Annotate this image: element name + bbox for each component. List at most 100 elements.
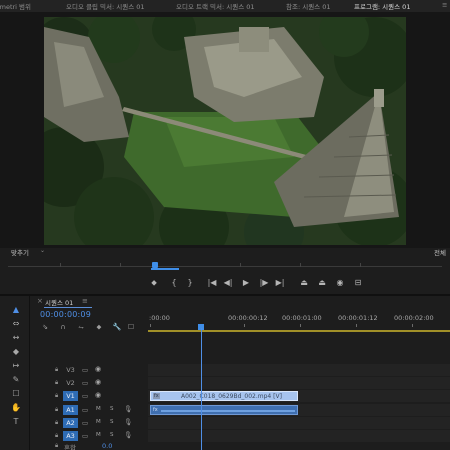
sync-lock-icon[interactable]: ▭ bbox=[82, 379, 88, 387]
master-track-name: 혼합 bbox=[64, 444, 76, 450]
tab-audio-track-mixer[interactable]: 오디오 트랙 믹서: 시퀀스 01 bbox=[176, 1, 255, 11]
master-volume-value[interactable]: 0.0 bbox=[102, 442, 112, 450]
mute-button[interactable]: M bbox=[96, 432, 101, 438]
track-name[interactable]: A2 bbox=[63, 418, 78, 428]
rectangle-tool-icon[interactable]: ☐ bbox=[10, 388, 22, 399]
step-back-button[interactable]: ◀| bbox=[222, 277, 234, 288]
track-header: 🔒︎ A3 ▭ M S 🎙︎ bbox=[32, 430, 148, 442]
selection-tool-icon[interactable]: ▲ bbox=[10, 304, 22, 315]
program-monitor bbox=[0, 12, 450, 248]
lock-icon[interactable]: 🔒︎ bbox=[55, 366, 58, 374]
type-tool-icon[interactable]: T bbox=[10, 416, 22, 427]
menu-icon[interactable]: ≡ bbox=[82, 297, 88, 305]
track-name[interactable]: V2 bbox=[63, 378, 78, 388]
lock-icon[interactable]: 🔒︎ bbox=[55, 392, 58, 400]
tab-program-monitor[interactable]: 프로그램: 시퀀스 01 bbox=[354, 1, 411, 14]
track-a2: 🔒︎ A2 ▭ M S 🎙︎ bbox=[32, 417, 450, 429]
pen-tool-icon[interactable]: ✎ bbox=[10, 374, 22, 385]
transport-controls: ⬥ { } |◀ ◀| ▶ |▶ ▶| ⏏ ⏏ ◉ ⊟ bbox=[0, 272, 450, 292]
track-lane[interactable] bbox=[148, 417, 450, 429]
tab-audio-clip-mixer[interactable]: 오디오 클립 믹서: 시퀀스 01 bbox=[66, 1, 145, 11]
mark-out-button[interactable]: } bbox=[184, 277, 196, 288]
sync-lock-icon[interactable]: ▭ bbox=[82, 419, 88, 427]
eye-icon[interactable]: ◉ bbox=[95, 391, 101, 399]
track-lane[interactable] bbox=[148, 430, 450, 442]
tab-sequence[interactable]: 시퀀스 01 bbox=[45, 297, 73, 307]
mic-icon[interactable]: 🎙︎ bbox=[124, 418, 132, 426]
track-name[interactable]: A3 bbox=[63, 431, 78, 441]
lock-icon[interactable]: 🔒︎ bbox=[55, 379, 58, 387]
slip-tool-icon[interactable]: ↦ bbox=[10, 360, 22, 371]
track-select-tool-icon[interactable]: ⇔ bbox=[10, 318, 22, 329]
fx-badge: fx bbox=[153, 407, 158, 413]
wrench-icon[interactable]: 🔧 bbox=[112, 322, 122, 332]
panel-menu-icon[interactable]: ≡ bbox=[442, 1, 447, 9]
sync-lock-icon[interactable]: ▭ bbox=[82, 366, 88, 374]
sync-lock-icon[interactable]: ▭ bbox=[82, 406, 88, 414]
razor-tool-icon[interactable]: ◆ bbox=[10, 346, 22, 357]
active-tab-underline bbox=[44, 307, 92, 308]
captions-icon[interactable]: ☐ bbox=[126, 322, 136, 332]
track-lane[interactable] bbox=[148, 364, 450, 376]
solo-button[interactable]: S bbox=[110, 406, 114, 412]
linked-selection-icon[interactable]: ⥊ bbox=[76, 322, 86, 332]
mark-in-button[interactable]: { bbox=[168, 277, 180, 288]
go-to-in-button[interactable]: |◀ bbox=[206, 277, 218, 288]
mute-button[interactable]: M bbox=[96, 406, 101, 412]
mic-icon[interactable]: 🎙︎ bbox=[124, 405, 132, 413]
add-marker-icon[interactable]: ⬥ bbox=[94, 322, 104, 332]
track-lane[interactable] bbox=[148, 377, 450, 389]
button-editor-button[interactable]: ⊟ bbox=[352, 277, 364, 288]
mute-button[interactable]: M bbox=[96, 419, 101, 425]
track-v2: 🔒︎ V2 ▭ ◉ bbox=[32, 377, 450, 389]
track-name[interactable]: A1 bbox=[63, 405, 78, 415]
work-area-bar[interactable] bbox=[148, 330, 450, 332]
playhead-timecode[interactable]: 00:00:00:09 bbox=[40, 310, 91, 319]
add-marker-button[interactable]: ⬥ bbox=[148, 277, 160, 288]
fx-badge: fx bbox=[153, 393, 160, 399]
ripple-edit-tool-icon[interactable]: ↔ bbox=[10, 332, 22, 343]
lock-icon[interactable]: 🔒︎ bbox=[55, 406, 58, 414]
master-track: 🔒︎ 혼합 0.0 bbox=[32, 442, 450, 450]
tab-reference-monitor[interactable]: 참조: 시퀀스 01 bbox=[286, 1, 331, 11]
solo-button[interactable]: S bbox=[110, 432, 114, 438]
track-name[interactable]: V1 bbox=[63, 391, 78, 401]
program-video-frame[interactable] bbox=[44, 17, 406, 245]
play-button[interactable]: ▶ bbox=[240, 277, 252, 288]
zoom-scrollbar[interactable] bbox=[151, 268, 179, 270]
playhead-line[interactable] bbox=[201, 328, 202, 450]
tab-lumetri-scopes[interactable]: Lumetri 범위 bbox=[0, 1, 31, 11]
timeline-ruler[interactable]: :00:00 00:00:00:12 00:00:01:00 00:00:01:… bbox=[148, 314, 450, 334]
monitor-controls-row: 맞추기 ⌄ 전체 bbox=[0, 246, 450, 258]
sync-lock-icon[interactable]: ▭ bbox=[82, 432, 88, 440]
eye-icon[interactable]: ◉ bbox=[95, 365, 101, 373]
nest-icon[interactable]: ⇘ bbox=[40, 322, 50, 332]
lock-icon[interactable]: 🔒︎ bbox=[55, 442, 58, 450]
hand-tool-icon[interactable]: ✋ bbox=[10, 402, 22, 413]
snap-icon[interactable]: ∩ bbox=[58, 322, 68, 332]
lock-icon[interactable]: 🔒︎ bbox=[55, 432, 58, 440]
chevron-down-icon[interactable]: ⌄ bbox=[40, 247, 45, 254]
ruler-tick bbox=[300, 263, 301, 267]
extract-button[interactable]: ⏏ bbox=[316, 277, 328, 288]
tools-panel: ▲ ⇔ ↔ ◆ ↦ ✎ ☐ ✋ T bbox=[0, 296, 30, 450]
resolution-select[interactable]: 전체 bbox=[434, 247, 446, 257]
go-to-out-button[interactable]: ▶| bbox=[274, 277, 286, 288]
mic-icon[interactable]: 🎙︎ bbox=[124, 431, 132, 439]
track-name[interactable]: V3 bbox=[63, 365, 78, 375]
time-ruler-track bbox=[8, 266, 442, 267]
sync-lock-icon[interactable]: ▭ bbox=[82, 392, 88, 400]
track-header: 🔒︎ A1 ▭ M S 🎙︎ bbox=[32, 404, 148, 416]
lock-icon[interactable]: 🔒︎ bbox=[55, 419, 58, 427]
video-clip[interactable]: fx A002_C018_0629Bd_002.mp4 [V] bbox=[150, 391, 298, 401]
solo-button[interactable]: S bbox=[110, 419, 114, 425]
zoom-fit-select[interactable]: 맞추기 bbox=[11, 247, 29, 257]
monitor-time-ruler[interactable] bbox=[0, 258, 450, 270]
audio-clip[interactable]: fx bbox=[150, 405, 298, 415]
close-icon[interactable]: × bbox=[37, 297, 43, 305]
step-forward-button[interactable]: |▶ bbox=[258, 277, 270, 288]
eye-icon[interactable]: ◉ bbox=[95, 378, 101, 386]
ruler-tick bbox=[360, 263, 361, 267]
lift-button[interactable]: ⏏ bbox=[298, 277, 310, 288]
export-frame-button[interactable]: ◉ bbox=[334, 277, 346, 288]
